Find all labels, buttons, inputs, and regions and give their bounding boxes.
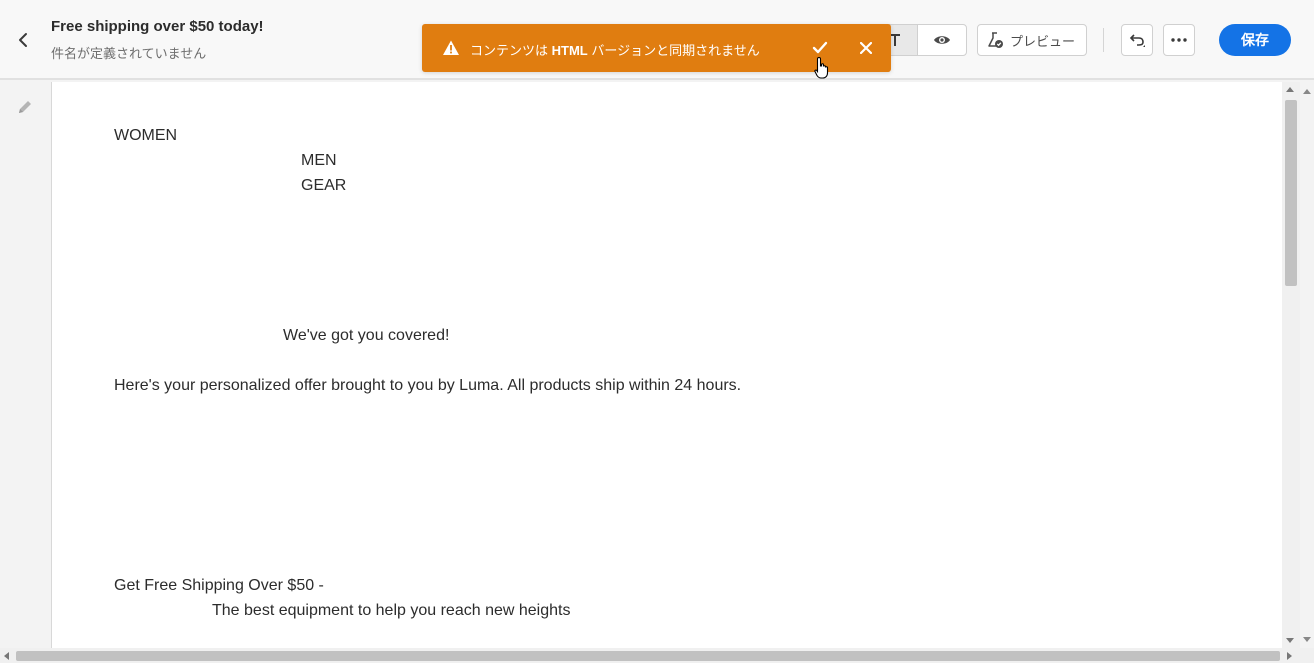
chevron-left-icon (19, 33, 27, 47)
more-icon (1171, 38, 1187, 42)
email-content-canvas[interactable]: WOMEN MEN GEAR We've got you covered! He… (51, 82, 1282, 648)
eye-icon (934, 36, 950, 44)
page-scroll-up-arrow[interactable] (1303, 89, 1311, 94)
nav-women[interactable]: WOMEN (114, 127, 177, 145)
scroll-down-arrow[interactable] (1286, 638, 1294, 643)
warning-icon (443, 40, 459, 55)
toast-message: コンテンツは HTML バージョンと同期されません (470, 43, 760, 58)
canvas-vertical-scrollbar[interactable] (1282, 82, 1300, 648)
left-rail (0, 82, 50, 648)
toast-close-button[interactable] (854, 36, 878, 60)
undo-icon (1129, 34, 1145, 47)
horizontal-scroll-thumb[interactable] (16, 651, 1280, 661)
promo-subtitle: The best equipment to help you reach new… (212, 602, 571, 619)
promo-title: Get Free Shipping Over $50 - (114, 577, 324, 594)
content-heading: We've got you covered! (283, 327, 450, 344)
title-block: Free shipping over $50 today! 件名が定義されていま… (51, 18, 264, 62)
page-title: Free shipping over $50 today! (51, 18, 264, 35)
page-vertical-scrollbar[interactable] (1300, 82, 1314, 648)
page-subtitle: 件名が定義されていません (51, 46, 207, 61)
toolbar-divider (1103, 28, 1104, 52)
view-mode-button[interactable] (917, 24, 967, 56)
preview-label: プレビュー (1010, 33, 1076, 49)
more-button[interactable] (1163, 24, 1195, 56)
preview-button[interactable]: プレビュー (977, 24, 1087, 56)
checkmark-icon (812, 41, 828, 54)
scroll-right-arrow[interactable] (1287, 652, 1292, 660)
close-icon (860, 42, 872, 54)
undo-button[interactable] (1121, 24, 1153, 56)
flask-icon (988, 32, 1003, 48)
page-scroll-down-arrow[interactable] (1303, 637, 1311, 642)
scroll-left-arrow[interactable] (4, 652, 9, 660)
scroll-thumb[interactable] (1285, 100, 1297, 286)
content-body: Here's your personalized offer brought t… (114, 377, 742, 394)
pencil-icon[interactable] (16, 98, 34, 116)
horizontal-scrollbar[interactable] (0, 648, 1314, 663)
scroll-up-arrow[interactable] (1286, 87, 1294, 92)
nav-gear[interactable]: GEAR (301, 177, 346, 195)
back-button[interactable] (10, 26, 36, 54)
save-button[interactable]: 保存 (1219, 24, 1291, 56)
hand-cursor-icon (814, 56, 829, 79)
nav-men[interactable]: MEN (301, 152, 337, 170)
